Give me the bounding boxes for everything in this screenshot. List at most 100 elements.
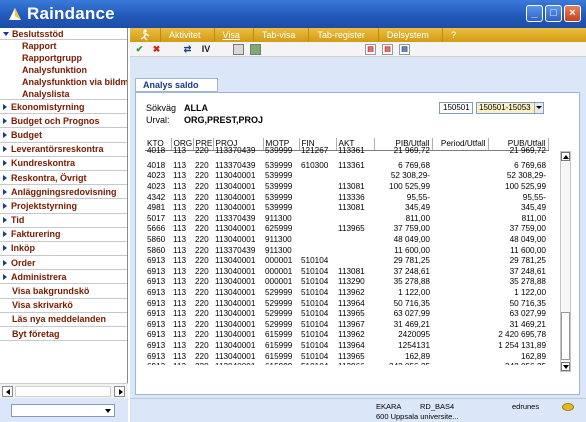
- document-copy-icon[interactable]: ▤: [382, 44, 393, 55]
- sidebar-horizontal-scrollbar[interactable]: [0, 383, 128, 398]
- sidebar-section-order[interactable]: Order: [0, 256, 127, 271]
- menu-item-tab-register[interactable]: Tab-register: [308, 28, 378, 42]
- sidebar-section-projektstyrning[interactable]: Projektstyrning: [0, 199, 127, 214]
- table-row[interactable]: 4981 113 220 113040001 539999 113081 345,49 345…: [145, 203, 548, 214]
- scrollbar-thumb[interactable]: [561, 312, 570, 360]
- table-cell-kto: 6913: [147, 277, 166, 287]
- check-icon[interactable]: ✔: [134, 44, 145, 55]
- sidebar-section-leverantorsreskontra[interactable]: Leverantörsreskontra: [0, 143, 127, 157]
- table-cell-akt: 113336: [338, 192, 365, 202]
- table-row[interactable]: 4023 113 220 113040001 539999 52 308,29- 52 30…: [145, 171, 548, 182]
- table-cell-period-utfall: [432, 171, 488, 182]
- sidebar-item-analysfunktion[interactable]: Analysfunktion: [0, 64, 127, 76]
- menu-item-visa[interactable]: Visa: [213, 28, 253, 42]
- window-icon[interactable]: [233, 44, 244, 55]
- maximize-button[interactable]: □: [545, 5, 562, 22]
- sidebar-section-ekonomistyrning[interactable]: Ekonomistyrning: [0, 100, 127, 115]
- sidebar-item-rapport[interactable]: Rapport: [0, 40, 127, 52]
- sidebar-link-las-nya-meddelanden[interactable]: Läs nya meddelanden: [0, 313, 127, 327]
- table-cell-kto: 6913: [145, 362, 171, 365]
- table-row[interactable]: 4018 113 220 113370439 539999 610300 113361 6 7…: [145, 161, 548, 172]
- menu-item-tab-visa[interactable]: Tab-visa: [252, 28, 309, 42]
- sidebar-section-label: Budget och Prognos: [11, 115, 100, 126]
- chevron-down-icon[interactable]: [534, 103, 543, 113]
- document-export-icon[interactable]: ▤: [399, 44, 410, 55]
- table-row[interactable]: 5666 113 220 113040001 625999 113965 37 759,00…: [145, 224, 548, 235]
- sidebar-section-beslutsstod[interactable]: Beslutsstöd: [0, 28, 127, 40]
- menu-item-aktivitet[interactable]: Aktivitet: [160, 28, 214, 42]
- sidebar-section-anlaggningsredovisning[interactable]: Anläggningsredovisning: [0, 185, 127, 200]
- table-row[interactable]: 6913 113 220 113040001 529999 510104 113964 50 …: [145, 298, 548, 309]
- sidebar-item-analysfunktion-via-bildma[interactable]: Analysfunktion via bildma: [0, 76, 127, 88]
- table-row[interactable]: 6913 113 220 113040001 615999 510104 113965 162…: [145, 351, 548, 362]
- table-row[interactable]: 6913 113 220 113040001 000001 510104 113081 37 …: [145, 267, 548, 278]
- table-row[interactable]: 6913 113 220 113040001 529999 510104 113965 63 …: [145, 309, 548, 320]
- table-cell-proj: 113040001: [215, 319, 256, 329]
- sidebar-link-visa-bakgrundsko[interactable]: Visa bakgrundskö: [0, 284, 127, 299]
- close-button[interactable]: ×: [564, 5, 581, 22]
- sidebar-item-analyslista[interactable]: Analyslista: [0, 88, 127, 100]
- table-cell-pre: 220: [195, 245, 209, 255]
- scroll-right-icon[interactable]: [114, 386, 125, 397]
- sidebar-section-inkop[interactable]: Inköp: [0, 242, 127, 257]
- scroll-down-icon[interactable]: [561, 362, 570, 371]
- table-row[interactable]: 6913 113 220 113040001 529999 510104 113967 31 …: [145, 320, 548, 331]
- x-icon[interactable]: ✖: [151, 44, 162, 55]
- scrollbar-thumb[interactable]: [15, 386, 111, 397]
- table-cell-pre: 220: [195, 266, 209, 276]
- menu-item-help[interactable]: ?: [441, 28, 469, 42]
- sidebar-section-fakturering[interactable]: Fakturering: [0, 228, 127, 242]
- table-row[interactable]: 4342 113 220 113040001 539999 113336 95,55- 95,…: [145, 192, 548, 203]
- table-cell-kto: 4981: [147, 203, 166, 213]
- table-row[interactable]: 4023 113 220 113040001 539999 113081 100 525,9…: [145, 182, 548, 193]
- swap-button[interactable]: ⇄: [182, 44, 193, 55]
- status-company: EKARA: [376, 402, 402, 411]
- table-cell-fin: 510104: [299, 362, 336, 365]
- panel-title: Analys saldo: [135, 78, 218, 92]
- company-select[interactable]: [11, 404, 115, 417]
- sidebar-section-administrera[interactable]: Administrera: [0, 270, 127, 285]
- table-row[interactable]: 6913 113 220 113040001 615999 510104 113962 242…: [145, 330, 548, 341]
- sidebar-footer: [0, 398, 128, 422]
- period-range-select[interactable]: 150501-15053: [476, 102, 544, 114]
- table-cell-org: 113: [173, 245, 187, 255]
- table-row[interactable]: 6913113220113040001615999510104113966342…: [145, 362, 548, 365]
- table-row[interactable]: 5860 113 220 113370439 911300 11 600,00 11 600…: [145, 245, 548, 256]
- sidebar-link-visa-skrivarko[interactable]: Visa skrivarkö: [0, 299, 127, 313]
- table-cell-pub-utfall: 1 122,00: [514, 288, 546, 298]
- runner-icon[interactable]: [130, 28, 160, 42]
- chevron-right-icon: [3, 146, 7, 153]
- sidebar-section-budget-och-prognos[interactable]: Budget och Prognos: [0, 114, 127, 129]
- grid-icon[interactable]: [250, 44, 261, 55]
- scroll-up-icon[interactable]: [561, 152, 570, 161]
- table-cell-akt: 113962: [338, 288, 365, 298]
- table-row[interactable]: 5017 113 220 113370439 911300 811,00 811,00: [145, 214, 548, 225]
- filter-button[interactable]: IV: [199, 44, 213, 55]
- scroll-left-icon[interactable]: [2, 386, 13, 397]
- table-row[interactable]: 6913 113 220 113040001 000001 510104 113290 35 …: [145, 277, 548, 288]
- table-cell-pre: 220: [195, 309, 209, 319]
- period-input[interactable]: 150501: [439, 102, 473, 114]
- table-cell-period-utfall: [432, 341, 488, 352]
- table-row[interactable]: 6913 113 220 113040001 529999 510104 113962 1 1…: [145, 288, 548, 299]
- table-cell-org: 113: [173, 203, 187, 213]
- table-cell-pre: 220: [195, 288, 209, 298]
- document-icon[interactable]: ▤: [365, 44, 376, 55]
- table-row[interactable]: 6913 113 220 113040001 615999 510104 113964 125…: [145, 341, 548, 352]
- minimize-button[interactable]: _: [526, 5, 543, 22]
- table-vertical-scrollbar[interactable]: [560, 151, 571, 372]
- table-cell-pib-utfall: 2420095: [398, 330, 430, 340]
- sidebar-section-tid[interactable]: Tid: [0, 214, 127, 228]
- menu-item-delsystem[interactable]: Delsystem: [377, 28, 442, 42]
- table-row[interactable]: 5860 113 220 113040001 911300 48 049,00 48 049…: [145, 235, 548, 246]
- main-content: Analys saldo Sökväg ALLA Urval: ORG,PRES…: [130, 57, 586, 398]
- sidebar-section-reskontra-ovrigt[interactable]: Reskontra, Övrigt: [0, 171, 127, 186]
- sidebar-link-byt-foretag[interactable]: Byt företag: [0, 327, 127, 342]
- sidebar-section-kundreskontra[interactable]: Kundreskontra: [0, 157, 127, 171]
- chevron-down-icon[interactable]: [104, 406, 113, 415]
- table-row[interactable]: 4018 113 220 113370439 539999 121267 113361 21 …: [145, 146, 548, 161]
- sidebar-item-rapportgrupp[interactable]: Rapportgrupp: [0, 52, 127, 64]
- table-cell-kto: 6913: [147, 309, 166, 319]
- sidebar-section-budget[interactable]: Budget: [0, 128, 127, 143]
- table-row[interactable]: 6913 113 220 113040001 000001 510104 29 781,25…: [145, 256, 548, 267]
